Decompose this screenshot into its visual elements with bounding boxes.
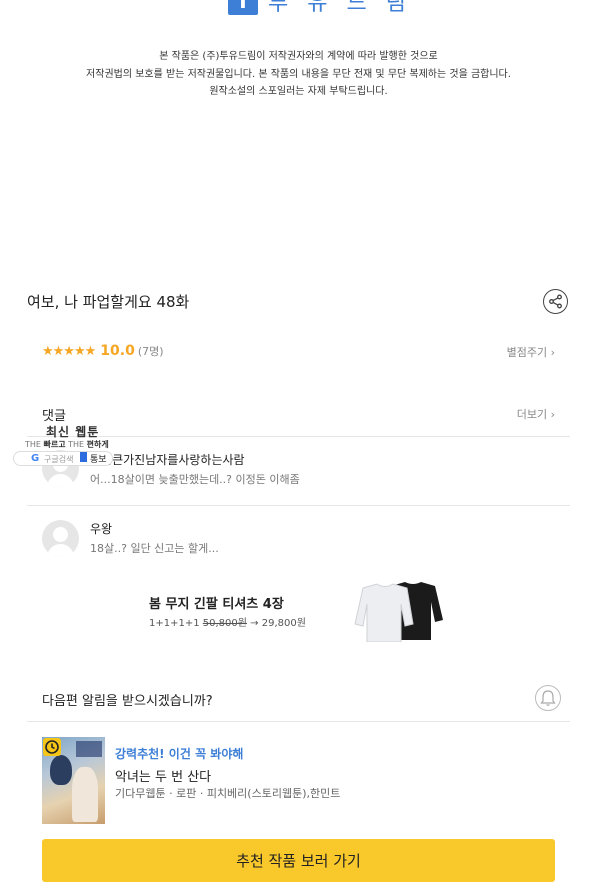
ad-sale-price: 29,800원: [261, 618, 306, 629]
recommend-meta: 기다무웹툰 · 로판 · 피치베리(스토리웹툰),한민트: [115, 787, 341, 800]
rating-summary: ★★★★★ 10.0 (7명): [42, 343, 164, 359]
notice-line: 저작권법의 보호를 받는 저작권물입니다. 본 작품의 내용을 무단 전재 및 …: [86, 68, 511, 80]
publisher-logo: T 투 유 드 림: [228, 0, 412, 16]
bookmark-icon: [80, 452, 87, 462]
bell-icon: [540, 690, 556, 706]
comments-more-link[interactable]: 더보기 ›: [517, 406, 555, 422]
copyright-notice: 본 작품은 (주)투유드림이 저작권자와의 계약에 따라 발행한 것으로 저작권…: [0, 48, 597, 101]
logo-text: 투 유 드 림: [268, 0, 412, 16]
divider: [27, 721, 570, 722]
tshirt-image[interactable]: [353, 580, 443, 642]
notice-line: 본 작품은 (주)투유드림이 저작권자와의 계약에 따라 발행한 것으로: [159, 51, 438, 62]
recommend-title[interactable]: 악녀는 두 번 산다: [115, 766, 211, 785]
recommend-label: 강력추천! 이건 꼭 봐야해: [115, 747, 244, 761]
google-icon: G: [31, 453, 40, 464]
comments-heading: 댓글: [42, 409, 66, 424]
notify-prompt: 다음편 알림을 받으시겠습니까?: [42, 694, 213, 709]
overlay-tagline: THE 빠르고 THE 편하게: [25, 440, 109, 449]
search-label: 구글검색: [44, 455, 74, 464]
star-icons: ★★★★★: [42, 343, 96, 359]
rating-score: 10.0: [100, 343, 135, 359]
share-icon: [549, 294, 562, 309]
ad-title[interactable]: 봄 무지 긴팔 티셔츠 4장: [149, 593, 284, 612]
notify-bell-button[interactable]: [535, 685, 561, 711]
comment-text: 어...18살이면 늦출만했는데..? 이정돈 이해좀: [90, 473, 300, 486]
overlay-tong-label[interactable]: 통보: [90, 452, 107, 465]
rating-count: (7명): [137, 345, 164, 358]
logo-mark: T: [228, 0, 258, 15]
clock-icon: [43, 738, 61, 756]
avatar: [42, 520, 79, 557]
comment-author: 가슴큰가진남자를사랑하는사람: [90, 453, 245, 467]
divider: [27, 505, 570, 506]
comment-text: 18살..? 일단 신고는 할게...: [90, 542, 219, 555]
share-button[interactable]: [543, 289, 568, 314]
comment-author: 우왕: [90, 522, 113, 536]
ad-original-price: 50,800원: [202, 618, 247, 629]
rate-button[interactable]: 별점주기 ›: [507, 344, 555, 360]
notice-line: 원작소설의 스포일러는 자제 부탁드립니다.: [209, 86, 388, 97]
ad-price: 1+1+1+1 50,800원 → 29,800원: [149, 618, 306, 629]
overlay-title: 최신 웹툰: [46, 425, 100, 439]
episode-title: 여보, 나 파업할게요 48화: [27, 293, 190, 311]
recommend-thumbnail[interactable]: [42, 737, 105, 824]
recommend-cta-button[interactable]: 추천 작품 보러 가기: [42, 839, 555, 882]
divider: [27, 436, 570, 437]
